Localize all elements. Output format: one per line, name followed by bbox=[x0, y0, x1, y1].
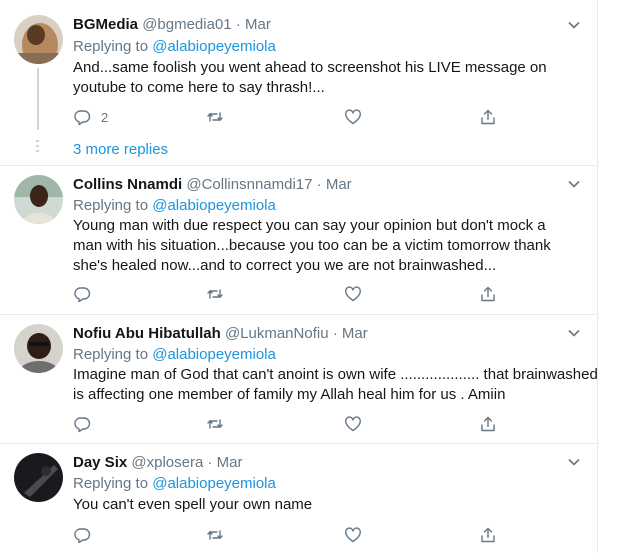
retweet-button[interactable] bbox=[206, 413, 224, 435]
share-icon bbox=[481, 286, 495, 302]
thread-dots bbox=[36, 140, 39, 155]
share-button[interactable] bbox=[479, 524, 497, 546]
tweet-text-line: she's healed now...and to correct you we… bbox=[73, 257, 497, 274]
reply-icon bbox=[74, 417, 91, 433]
tweet-actions bbox=[73, 413, 513, 435]
share-button[interactable] bbox=[479, 413, 497, 435]
tweet-header: Nofiu Abu Hibatullah @LukmanNofiu · Mar bbox=[73, 324, 368, 344]
retweet-button[interactable] bbox=[206, 524, 224, 546]
mention-link[interactable]: @alabiopeyemiola bbox=[152, 346, 276, 363]
tweet-actions: 2 bbox=[73, 106, 513, 128]
reply-button[interactable] bbox=[73, 413, 91, 435]
like-button[interactable] bbox=[344, 413, 362, 435]
share-button[interactable] bbox=[479, 106, 497, 128]
avatar[interactable] bbox=[14, 175, 63, 224]
tweet-header: Collins Nnamdi @Collinsnnamdi17 · Mar bbox=[73, 175, 352, 195]
tweet-text-line: Young man with due respect you can say y… bbox=[73, 217, 546, 234]
more-replies-link[interactable]: 3 more replies bbox=[73, 140, 168, 160]
tweet-text-line: Imagine man of God that can't anoint is … bbox=[73, 366, 598, 383]
heart-icon bbox=[345, 286, 361, 302]
tweet-text: You can't even spell your own name bbox=[73, 495, 585, 515]
heart-icon bbox=[345, 109, 361, 125]
tweet-date[interactable]: · Mar bbox=[333, 325, 368, 342]
replying-to: Replying to @alabiopeyemiola bbox=[73, 474, 276, 494]
like-button[interactable] bbox=[344, 106, 362, 128]
reply-icon bbox=[74, 110, 91, 126]
reply-button[interactable] bbox=[73, 524, 91, 546]
reply-button[interactable]: 2 bbox=[73, 106, 108, 128]
tweet-actions bbox=[73, 524, 513, 546]
tweet-text-line: You can't even spell your own name bbox=[73, 496, 313, 513]
reply-button[interactable] bbox=[73, 283, 91, 305]
reply-count: 2 bbox=[101, 109, 109, 125]
chevron-down-icon[interactable] bbox=[566, 325, 582, 341]
heart-icon bbox=[345, 416, 361, 432]
tweet-date[interactable]: · Mar bbox=[236, 16, 271, 33]
mention-link[interactable]: @alabiopeyemiola bbox=[152, 197, 276, 214]
timeline-right-border bbox=[597, 0, 598, 553]
tweet-actions bbox=[73, 283, 513, 305]
reply-icon bbox=[74, 287, 91, 303]
tweet-date[interactable]: · Mar bbox=[317, 176, 352, 193]
replying-to-label: Replying to bbox=[73, 475, 149, 492]
replying-to: Replying to @alabiopeyemiola bbox=[73, 345, 276, 365]
user-handle[interactable]: @Collinsnnamdi17 bbox=[186, 176, 312, 193]
retweet-icon bbox=[207, 419, 223, 429]
tweet-text-line: man with his situation...because you too… bbox=[73, 237, 551, 254]
tweet-text-line: And...same foolish you went ahead to scr… bbox=[73, 59, 547, 76]
mention-link[interactable]: @alabiopeyemiola bbox=[152, 38, 276, 55]
heart-icon bbox=[345, 527, 361, 543]
share-icon bbox=[481, 527, 495, 543]
tweet-date[interactable]: · Mar bbox=[207, 454, 242, 471]
display-name[interactable]: Nofiu Abu Hibatullah bbox=[73, 325, 221, 342]
tweet-text: Imagine man of God that can't anoint is … bbox=[73, 365, 598, 405]
avatar[interactable] bbox=[14, 15, 63, 64]
like-button[interactable] bbox=[344, 524, 362, 546]
share-icon bbox=[481, 109, 495, 125]
display-name[interactable]: Collins Nnamdi bbox=[73, 176, 182, 193]
tweet-bgmedia[interactable]: BGMedia @bgmedia01 · Mar Replying to @al… bbox=[0, 0, 597, 165]
display-name[interactable]: Day Six bbox=[73, 454, 127, 471]
tweet-text: And...same foolish you went ahead to scr… bbox=[73, 58, 585, 98]
retweet-icon bbox=[207, 112, 223, 122]
retweet-button[interactable] bbox=[206, 106, 224, 128]
chevron-down-icon[interactable] bbox=[566, 176, 582, 192]
tweet-nofiu-abu-hibatullah[interactable]: Nofiu Abu Hibatullah @LukmanNofiu · Mar … bbox=[0, 315, 598, 443]
tweet-text-line: is affecting one member of family my All… bbox=[73, 386, 506, 403]
avatar[interactable] bbox=[14, 453, 63, 502]
retweet-icon bbox=[207, 289, 223, 299]
chevron-down-icon[interactable] bbox=[566, 454, 582, 470]
reply-icon bbox=[74, 528, 91, 544]
share-button[interactable] bbox=[479, 283, 497, 305]
like-button[interactable] bbox=[344, 283, 362, 305]
replying-to: Replying to @alabiopeyemiola bbox=[73, 37, 276, 57]
user-handle[interactable]: @bgmedia01 bbox=[142, 16, 231, 33]
display-name[interactable]: BGMedia bbox=[73, 16, 138, 33]
tweet-collins-nnamdi[interactable]: Collins Nnamdi @Collinsnnamdi17 · Mar Re… bbox=[0, 166, 597, 314]
thread-line bbox=[37, 68, 39, 130]
replying-to-label: Replying to bbox=[73, 346, 149, 363]
retweet-button[interactable] bbox=[206, 283, 224, 305]
chevron-down-icon[interactable] bbox=[566, 17, 582, 33]
tweet-header: BGMedia @bgmedia01 · Mar bbox=[73, 15, 271, 35]
tweet-day-six[interactable]: Day Six @xplosera · Mar Replying to @ala… bbox=[0, 444, 597, 553]
tweet-text-line: youtube to come here to say thrash!... bbox=[73, 79, 325, 96]
user-handle[interactable]: @xplosera bbox=[131, 454, 203, 471]
replying-to-label: Replying to bbox=[73, 197, 149, 214]
avatar[interactable] bbox=[14, 324, 63, 373]
tweet-text: Young man with due respect you can say y… bbox=[73, 216, 585, 276]
tweet-header: Day Six @xplosera · Mar bbox=[73, 453, 242, 473]
user-handle[interactable]: @LukmanNofiu bbox=[225, 325, 329, 342]
retweet-icon bbox=[207, 530, 223, 540]
replying-to: Replying to @alabiopeyemiola bbox=[73, 196, 276, 216]
mention-link[interactable]: @alabiopeyemiola bbox=[152, 475, 276, 492]
share-icon bbox=[481, 416, 495, 432]
replying-to-label: Replying to bbox=[73, 38, 149, 55]
